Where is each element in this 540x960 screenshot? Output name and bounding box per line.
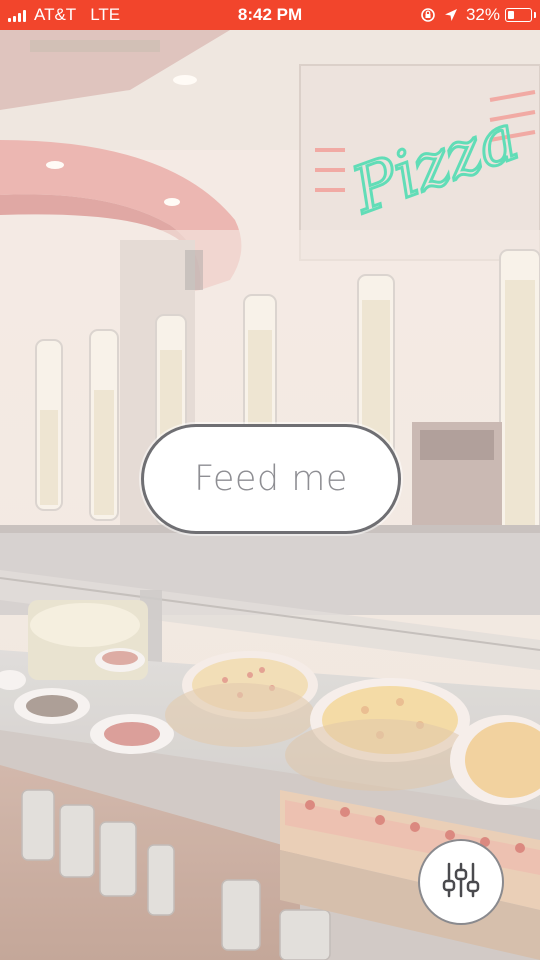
status-bar: AT&T LTE 8:42 PM 32%: [0, 0, 540, 30]
location-arrow-icon: [444, 8, 458, 22]
orientation-lock-icon: [420, 7, 436, 23]
feed-me-button[interactable]: Feed me: [141, 424, 401, 534]
filter-button[interactable]: [418, 839, 504, 925]
battery-icon: [505, 8, 536, 22]
status-right: 32%: [420, 5, 536, 25]
battery-level: [508, 11, 514, 19]
sliders-icon: [439, 858, 483, 907]
app-screen: AT&T LTE 8:42 PM 32% Pizza Feed me: [0, 0, 540, 960]
battery-percent: 32%: [465, 5, 500, 24]
